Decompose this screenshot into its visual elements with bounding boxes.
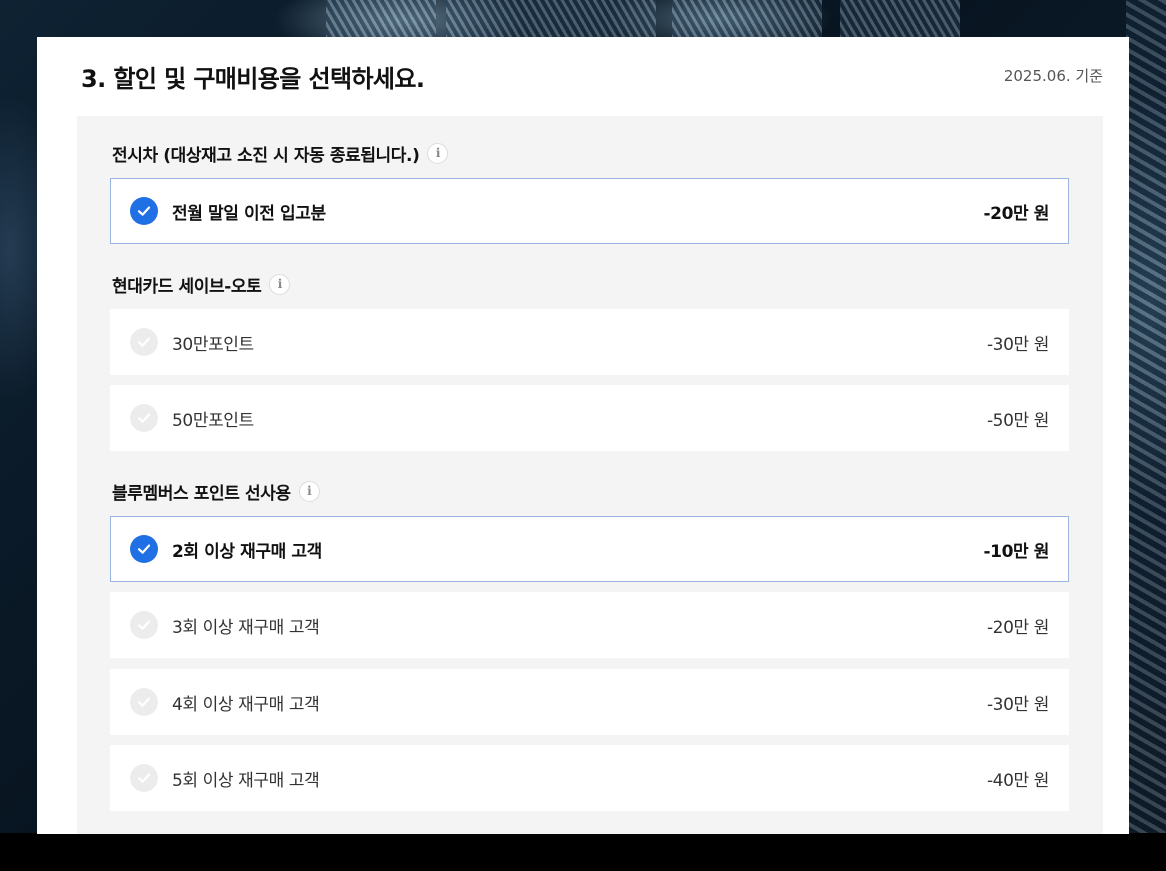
page-title: 3. 할인 및 구매비용을 선택하세요. <box>81 65 425 93</box>
option-label: 50만포인트 <box>172 410 254 431</box>
option-amount: -20만 원 <box>986 617 1049 638</box>
option-amount: -40만 원 <box>986 770 1049 791</box>
section-title-blue-members: 블루멤버스 포인트 선사용 i <box>112 478 320 504</box>
panel-header: 3. 할인 및 구매비용을 선택하세요. 2025.06. 기준 <box>37 37 1129 116</box>
option-repurchase-3[interactable]: 3회 이상 재구매 고객 -20만 원 <box>110 592 1069 658</box>
info-icon[interactable]: i <box>427 142 449 164</box>
option-label: 2회 이상 재구매 고객 <box>172 541 322 562</box>
section-title-text: 전시차 (대상재고 소진 시 자동 종료됩니다.) <box>112 145 420 166</box>
option-display-car-prior-stock[interactable]: 전월 말일 이전 입고분 -20만 원 <box>110 178 1069 244</box>
check-icon <box>130 764 158 792</box>
date-note: 2025.06. 기준 <box>1003 67 1103 85</box>
option-label: 전월 말일 이전 입고분 <box>172 203 326 224</box>
option-amount: -10만 원 <box>983 541 1049 562</box>
option-repurchase-5[interactable]: 5회 이상 재구매 고객 -40만 원 <box>110 745 1069 811</box>
check-icon <box>130 611 158 639</box>
option-amount: -20만 원 <box>983 203 1049 224</box>
section-title-display-car: 전시차 (대상재고 소진 시 자동 종료됩니다.) i <box>112 140 449 166</box>
discount-panel: 3. 할인 및 구매비용을 선택하세요. 2025.06. 기준 전시차 (대상… <box>37 37 1129 834</box>
option-500k-points[interactable]: 50만포인트 -50만 원 <box>110 385 1069 451</box>
discount-options-area: 전시차 (대상재고 소진 시 자동 종료됩니다.) i 전월 말일 이전 입고분… <box>77 116 1103 834</box>
section-title-hyundai-card: 현대카드 세이브-오토 i <box>112 271 291 297</box>
info-icon[interactable]: i <box>298 480 320 502</box>
option-label: 30만포인트 <box>172 334 254 355</box>
option-amount: -30만 원 <box>986 694 1049 715</box>
option-amount: -30만 원 <box>986 334 1049 355</box>
check-icon <box>130 328 158 356</box>
option-300k-points[interactable]: 30만포인트 -30만 원 <box>110 309 1069 375</box>
section-title-text: 블루멤버스 포인트 선사용 <box>112 483 291 504</box>
check-icon <box>130 197 158 225</box>
section-title-text: 현대카드 세이브-오토 <box>112 276 262 297</box>
option-label: 5회 이상 재구매 고객 <box>172 770 320 791</box>
check-icon <box>130 688 158 716</box>
check-icon <box>130 404 158 432</box>
option-repurchase-2[interactable]: 2회 이상 재구매 고객 -10만 원 <box>110 516 1069 582</box>
info-icon[interactable]: i <box>269 273 291 295</box>
check-icon <box>130 535 158 563</box>
option-label: 4회 이상 재구매 고객 <box>172 694 320 715</box>
option-label: 3회 이상 재구매 고객 <box>172 617 320 638</box>
option-repurchase-4[interactable]: 4회 이상 재구매 고객 -30만 원 <box>110 669 1069 735</box>
option-amount: -50만 원 <box>986 410 1049 431</box>
